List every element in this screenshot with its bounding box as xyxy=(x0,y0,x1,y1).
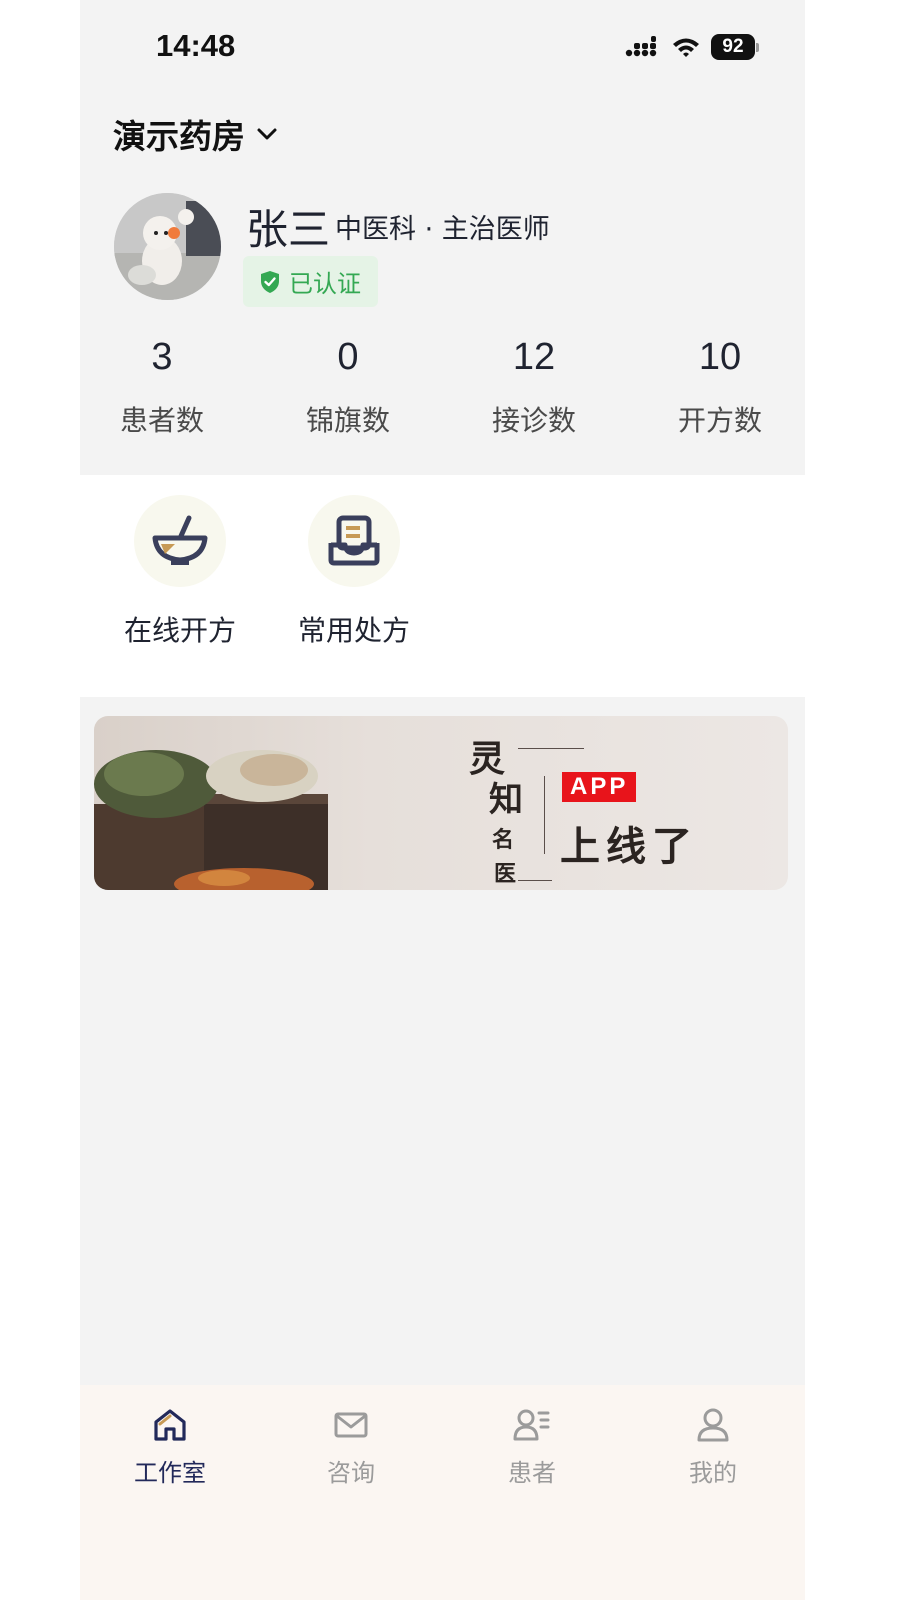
stat-value: 12 xyxy=(512,336,556,378)
wifi-icon xyxy=(673,38,699,57)
banner-vertical-char: 名 xyxy=(492,827,515,853)
banner-divider xyxy=(518,880,552,881)
tab-me[interactable]: 我的 xyxy=(623,1407,803,1488)
tab-label: 患者 xyxy=(508,1459,556,1487)
stat-value: 0 xyxy=(337,336,359,378)
banner-headline: 上线了 xyxy=(560,823,698,870)
doctor-name: 张三 xyxy=(246,205,331,254)
quick-action-label: 在线开方 xyxy=(123,614,236,647)
stat-label: 患者数 xyxy=(119,404,204,437)
home-icon xyxy=(154,1409,186,1441)
battery-cap xyxy=(756,42,759,52)
banner-app-badge: APP xyxy=(562,772,637,802)
quick-icon-circle xyxy=(134,495,226,587)
quick-action-online-prescription[interactable]: 在线开方 xyxy=(105,495,255,649)
stat-label: 开方数 xyxy=(677,404,762,437)
signal-icon xyxy=(625,36,657,57)
quick-actions-panel: 在线开方 常用处方 xyxy=(80,475,805,697)
pharmacy-name: 演示药房 xyxy=(113,117,245,156)
avatar[interactable] xyxy=(114,193,221,300)
battery-level: 92 xyxy=(711,34,755,60)
stat-prescriptions[interactable]: 10 开方数 xyxy=(630,336,805,439)
prescription-tray-icon xyxy=(328,515,380,566)
banner-vertical-char: 医 xyxy=(494,861,517,887)
promo-banner[interactable]: 灵 知 名 医 APP 上线了 xyxy=(94,716,788,890)
banner-divider xyxy=(544,776,545,854)
shield-check-icon xyxy=(261,270,279,293)
app-screen: 14:48 92 演示药房 张三 中医科 · 主治医师 已认证 3 患者数 0 … xyxy=(80,0,805,1600)
patient-list-icon xyxy=(513,1409,550,1441)
stat-value: 10 xyxy=(698,336,742,378)
tab-label: 咨询 xyxy=(327,1459,375,1487)
status-icons: 92 xyxy=(625,34,759,60)
mortar-pestle-icon xyxy=(152,515,208,565)
stat-consultations[interactable]: 12 接诊数 xyxy=(444,336,624,439)
quick-action-label: 常用处方 xyxy=(297,614,410,647)
quick-icon-circle xyxy=(308,495,400,587)
tab-label: 我的 xyxy=(689,1459,737,1487)
user-icon xyxy=(697,1408,729,1442)
doctor-title: 中医科 · 主治医师 xyxy=(335,214,550,245)
status-time: 14:48 xyxy=(156,28,236,63)
banner-divider xyxy=(518,748,584,749)
chevron-down-icon xyxy=(257,128,277,140)
tab-consult[interactable]: 咨询 xyxy=(261,1407,441,1488)
verified-badge: 已认证 xyxy=(243,256,378,307)
stat-label: 锦旗数 xyxy=(305,404,390,437)
tab-label: 工作室 xyxy=(134,1459,206,1487)
tab-studio[interactable]: 工作室 xyxy=(80,1407,260,1488)
status-bar: 14:48 92 xyxy=(80,0,805,96)
bottom-tab-bar: 工作室 咨询 患者 我的 xyxy=(80,1385,805,1600)
stat-value: 3 xyxy=(151,336,173,378)
stat-label: 接诊数 xyxy=(491,404,576,437)
pharmacy-selector[interactable]: 演示药房 xyxy=(113,110,279,158)
banner-vertical-char: 知 xyxy=(489,780,523,820)
mail-icon xyxy=(334,1412,368,1438)
stats-row: 3 患者数 0 锦旗数 12 接诊数 10 开方数 xyxy=(80,336,805,456)
verified-label: 已认证 xyxy=(289,270,361,298)
stat-patients[interactable]: 3 患者数 xyxy=(80,336,252,439)
battery-indicator: 92 xyxy=(711,34,759,60)
tab-patients[interactable]: 患者 xyxy=(442,1407,622,1488)
avatar-photo xyxy=(114,193,221,300)
stat-banners[interactable]: 0 锦旗数 xyxy=(258,336,438,439)
quick-action-common-prescriptions[interactable]: 常用处方 xyxy=(279,495,429,649)
